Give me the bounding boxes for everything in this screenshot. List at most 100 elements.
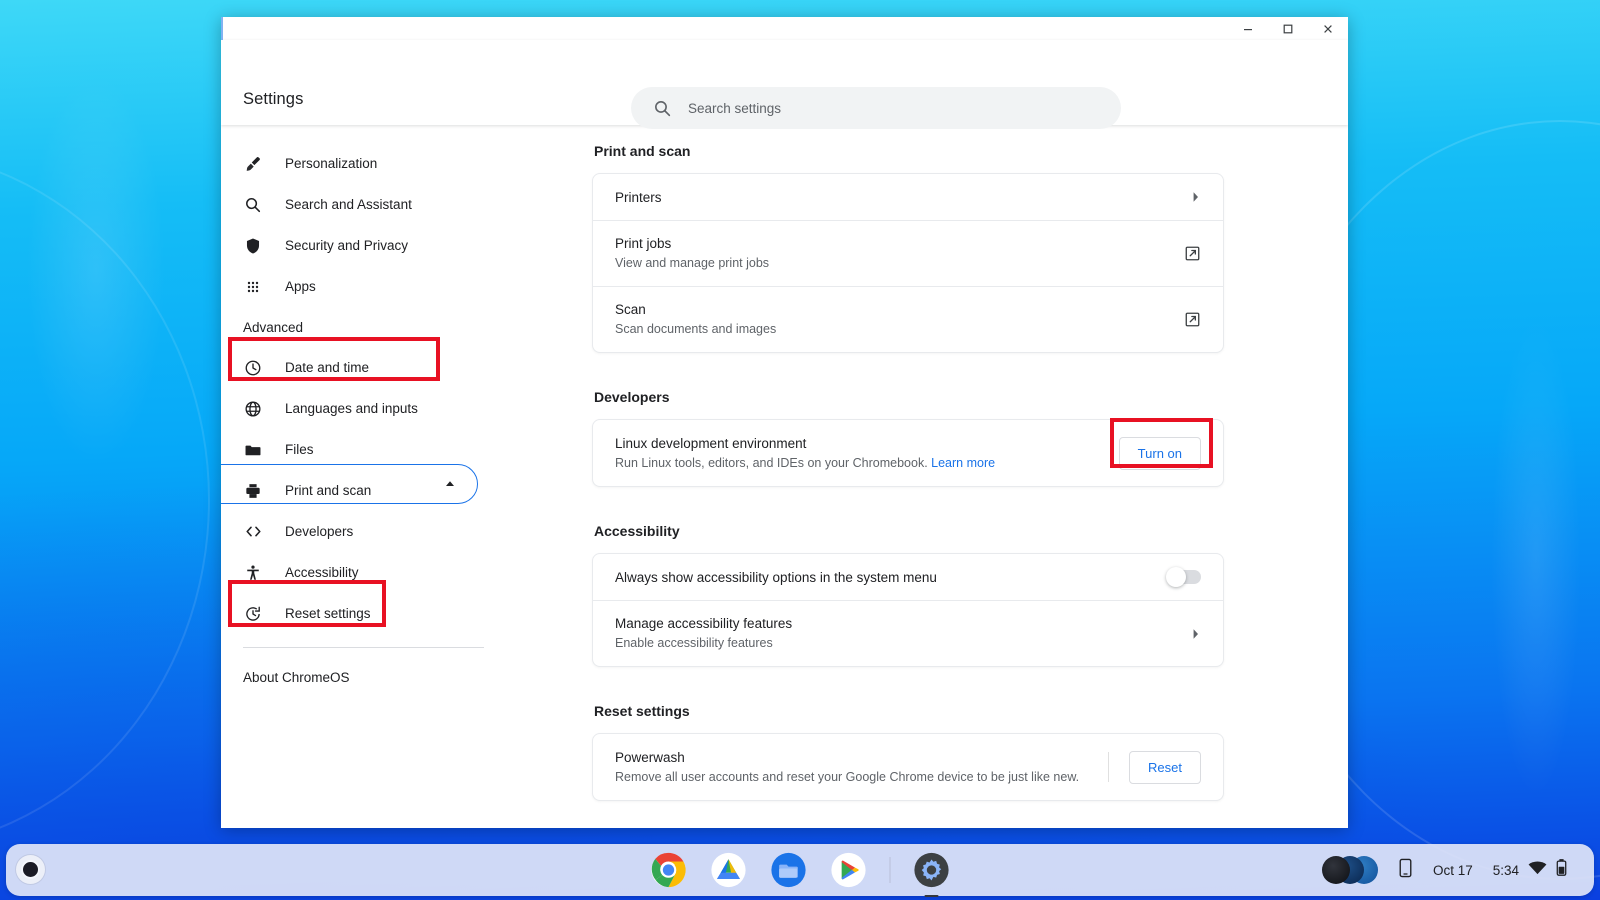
row-always-show-accessibility-options[interactable]: Always show accessibility options in the…: [593, 554, 1223, 600]
learn-more-link[interactable]: Learn more: [931, 456, 995, 470]
minimize-button[interactable]: [1228, 17, 1268, 40]
sidebar-item-label: Personalization: [285, 156, 378, 171]
globe-icon: [243, 399, 263, 419]
chromeos-shelf: Oct 17 5:34: [6, 844, 1594, 897]
folder-icon: [243, 440, 263, 460]
printer-icon: [243, 481, 263, 501]
row-subtitle: Scan documents and images: [615, 322, 777, 336]
shelf-item-settings[interactable]: [913, 851, 951, 897]
row-manage-accessibility-features[interactable]: Manage accessibility features Enable acc…: [593, 600, 1223, 666]
row-printers[interactable]: Printers: [593, 174, 1223, 220]
sidebar-item-apps[interactable]: Apps: [221, 266, 506, 307]
external-link-icon[interactable]: [1184, 311, 1201, 328]
search-input[interactable]: [688, 100, 1068, 116]
phone-hub-icon[interactable]: [1398, 858, 1413, 883]
accessibility-options-toggle[interactable]: [1166, 567, 1201, 587]
row-title: Powerwash: [615, 749, 685, 765]
settings-window: Settings Personalization: [221, 17, 1348, 828]
chevron-right-icon: [1191, 627, 1201, 641]
toggle-knob: [1166, 567, 1186, 587]
section-heading-reset-settings: Reset settings: [594, 703, 690, 719]
card-print-and-scan: Printers Print jobs View and manage prin…: [592, 173, 1224, 353]
row-subtitle: Enable accessibility features: [615, 636, 773, 650]
search-icon: [653, 99, 672, 118]
tray-date-group[interactable]: Oct 17: [1424, 849, 1482, 891]
tray-status-group[interactable]: 5:34: [1484, 849, 1576, 891]
reset-button[interactable]: Reset: [1129, 750, 1201, 784]
settings-appbar: Settings: [221, 40, 1348, 129]
sidebar-item-advanced[interactable]: Advanced: [221, 307, 506, 347]
row-title: Scan: [615, 302, 646, 317]
sidebar-item-reset-settings[interactable]: Reset settings: [221, 593, 506, 634]
page-title: Settings: [243, 90, 304, 108]
tray-avatars-group[interactable]: [1313, 849, 1387, 891]
section-heading-developers: Developers: [594, 389, 670, 405]
close-button[interactable]: [1308, 17, 1348, 40]
brush-icon: [243, 154, 263, 174]
sidebar-divider: [243, 647, 484, 648]
row-print-jobs[interactable]: Print jobs View and manage print jobs: [593, 220, 1223, 286]
grid-icon: [243, 277, 263, 297]
sidebar-item-search-and-assistant[interactable]: Search and Assistant: [221, 184, 506, 225]
row-powerwash: Powerwash Remove all user accounts and r…: [593, 734, 1223, 800]
tray-date: Oct 17: [1432, 862, 1473, 878]
sidebar-item-label: Developers: [285, 524, 354, 539]
sidebar-item-security-and-privacy[interactable]: Security and Privacy: [221, 225, 506, 266]
shelf-item-files[interactable]: [770, 851, 808, 889]
window-titlebar: [221, 17, 1348, 40]
tray-time: 5:34: [1492, 862, 1519, 878]
settings-body: Personalization Search and Assistant Sec…: [221, 125, 1348, 828]
sidebar-item-personalization[interactable]: Personalization: [221, 143, 506, 184]
sidebar-item-label: Apps: [285, 279, 316, 294]
clock-icon: [243, 358, 263, 378]
row-subtitle: View and manage print jobs: [615, 256, 770, 270]
sidebar-item-developers[interactable]: Developers: [221, 511, 506, 552]
sidebar-item-files[interactable]: Files: [221, 429, 506, 470]
wifi-icon[interactable]: [1528, 861, 1547, 880]
shelf-item-chrome[interactable]: [650, 851, 688, 889]
section-heading-print-and-scan: Print and scan: [594, 143, 691, 159]
sidebar-item-label: Date and time: [285, 360, 370, 375]
system-tray[interactable]: Oct 17 5:34: [1307, 849, 1586, 891]
sidebar-item-label: Advanced: [243, 319, 304, 335]
sidebar-item-label: Print and scan: [285, 483, 372, 498]
sidebar-item-label: About ChromeOS: [243, 669, 350, 685]
sidebar-item-about-chromeos[interactable]: About ChromeOS: [221, 660, 506, 694]
launcher-icon: [23, 862, 38, 877]
sidebar-item-label: Files: [285, 442, 314, 457]
row-title: Print jobs: [615, 236, 672, 251]
shelf-item-drive[interactable]: [710, 851, 748, 889]
search-box[interactable]: [631, 87, 1121, 129]
row-title: Linux development environment: [615, 435, 807, 451]
row-subtitle-text: Run Linux tools, editors, and IDEs on yo…: [615, 455, 928, 470]
sidebar-item-label: Security and Privacy: [285, 238, 409, 253]
sidebar-item-label: Languages and inputs: [285, 401, 418, 416]
active-app-indicator: [924, 894, 939, 897]
shelf-separator: [889, 857, 891, 883]
shelf-item-play-store[interactable]: [830, 851, 868, 889]
sidebar-item-print-and-scan[interactable]: Print and scan: [221, 470, 506, 511]
search-icon: [243, 195, 263, 215]
turn-on-button[interactable]: Turn on: [1118, 436, 1201, 470]
avatar-cluster: [1321, 855, 1378, 885]
sidebar-item-accessibility[interactable]: Accessibility: [221, 552, 506, 593]
accessibility-person-icon: [243, 563, 263, 583]
reset-clock-icon: [243, 604, 263, 624]
settings-content: Print and scan Printers Print jobs View …: [506, 125, 1348, 828]
row-scan[interactable]: Scan Scan documents and images: [593, 286, 1223, 352]
sidebar-item-label: Search and Assistant: [285, 197, 412, 212]
row-title: Manage accessibility features: [615, 616, 793, 631]
avatar: [1321, 856, 1350, 884]
external-link-icon[interactable]: [1184, 245, 1201, 262]
maximize-button[interactable]: [1268, 17, 1308, 40]
tray-phone-hub-group[interactable]: [1389, 849, 1422, 891]
launcher-button[interactable]: [16, 855, 45, 884]
sidebar-item-date-and-time[interactable]: Date and time: [221, 347, 506, 388]
chevron-right-icon: [1191, 190, 1201, 204]
row-title: Always show accessibility options in the…: [615, 569, 937, 585]
settings-sidebar: Personalization Search and Assistant Sec…: [221, 125, 506, 828]
sidebar-item-languages-and-inputs[interactable]: Languages and inputs: [221, 388, 506, 429]
wallpaper-arc-left: [0, 150, 210, 850]
row-divider: [1108, 752, 1110, 782]
battery-icon[interactable]: [1556, 858, 1567, 882]
